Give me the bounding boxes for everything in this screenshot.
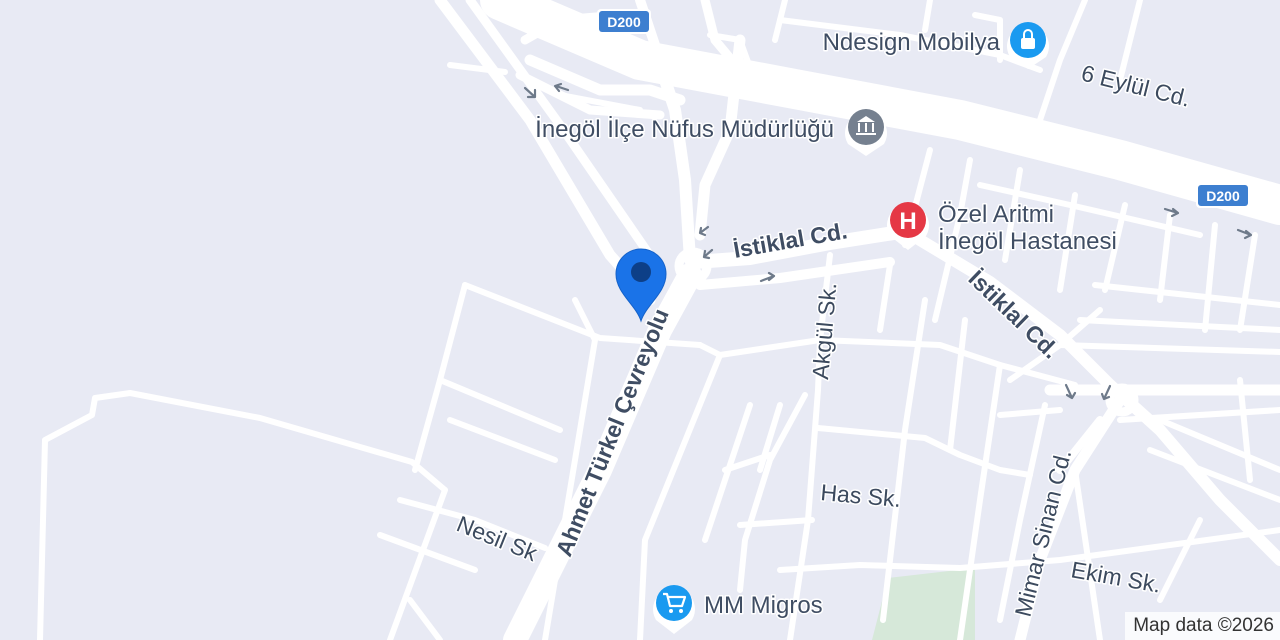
map-canvas[interactable]: D200 D200 Ahmet Türkel Çevreyolu İstikla…: [0, 0, 1280, 640]
location-pin-icon: [631, 262, 651, 282]
highway-shield-d200-right: D200: [1196, 183, 1250, 208]
poi-label-ndesign-mobilya: Ndesign Mobilya: [823, 29, 1001, 56]
map-attribution: Map data ©2026: [1125, 612, 1280, 640]
poi-label-hospital-line2: İnegöl Hastanesi: [938, 228, 1117, 255]
map-view[interactable]: D200 D200 Ahmet Türkel Çevreyolu İstikla…: [0, 0, 1280, 640]
poi-label-inegol-ilce-nufus-mudurlugu: İnegöl İlçe Nüfus Müdürlüğü: [535, 116, 834, 143]
highway-shield-label: D200: [1206, 188, 1240, 204]
highway-shield-d200-top: D200: [597, 9, 651, 34]
hospital-icon: H: [899, 208, 916, 235]
poi-label-mm-migros: MM Migros: [704, 592, 823, 619]
poi-label-hospital-line1: Özel Aritmi: [938, 201, 1054, 228]
highway-shield-label: D200: [607, 14, 641, 30]
